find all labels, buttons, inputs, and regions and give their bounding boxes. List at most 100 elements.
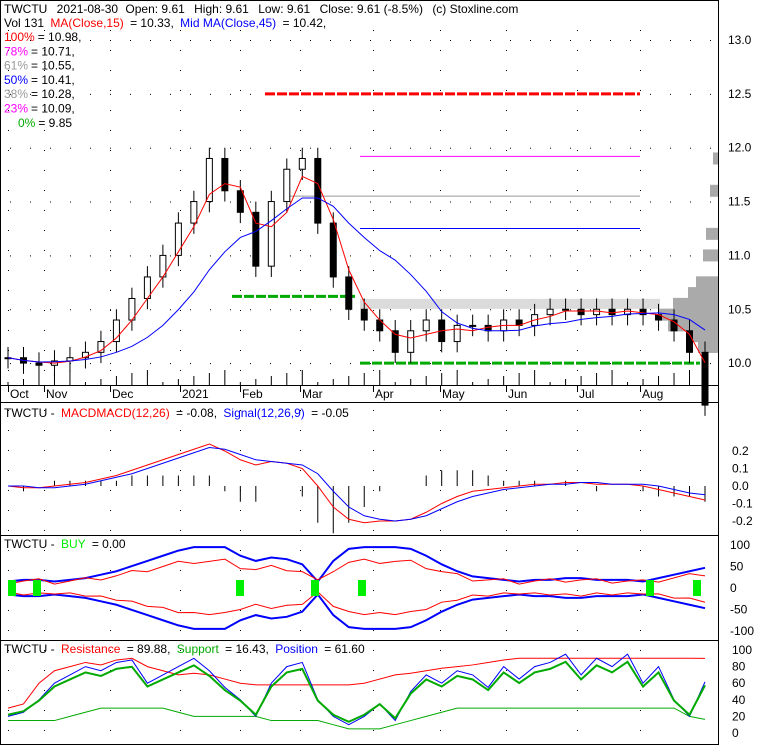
grid-dot (577, 370, 578, 371)
grid-dot (150, 201, 151, 203)
grid-dot (506, 610, 507, 611)
grid-dot (440, 490, 441, 491)
grid-dot (530, 309, 531, 311)
grid-dot (190, 363, 191, 365)
grid-dot (373, 650, 374, 651)
candle-body (236, 190, 244, 213)
grid-dot (8, 190, 9, 191)
grid-dot (310, 40, 311, 41)
position-line (7, 653, 706, 726)
grid-dot (180, 710, 181, 711)
grid-dot (300, 270, 301, 271)
grid-dot (440, 90, 441, 91)
grid-dot (44, 670, 45, 671)
grid-dot (180, 90, 181, 91)
buy-signal-marker (8, 580, 16, 596)
grid-dot (44, 730, 45, 731)
grid-dot (180, 470, 181, 471)
grid-dot (670, 201, 671, 203)
grid-dot (90, 363, 91, 365)
grid-dot (440, 710, 441, 711)
fib-level-label: 100% = 10.98, (4, 30, 81, 44)
volume-profile-bar (710, 184, 718, 197)
fib-level-label: 0% = 9.85 (18, 116, 72, 130)
grid-dot (506, 510, 507, 511)
grid-dot (110, 490, 111, 491)
grid-dot (50, 309, 51, 311)
grid-dot (270, 363, 271, 365)
price-tick-label: 12.0 (728, 141, 752, 155)
grid-dot (110, 90, 111, 91)
grid-dot (110, 190, 111, 191)
grid-dot (180, 270, 181, 271)
grid-dot (240, 450, 241, 451)
resistance-line (7, 657, 706, 709)
grid-dot (440, 630, 441, 631)
grid-dot (180, 510, 181, 511)
grid-dot (240, 610, 241, 611)
sr-legend: TWCTU - Resistance = 89.88, Support = 16… (4, 642, 365, 656)
grid-dot (290, 255, 291, 257)
grid-dot (450, 147, 451, 149)
grid-dot (510, 201, 511, 203)
position-smoothed-line (7, 660, 706, 723)
grid-dot (230, 147, 231, 149)
grid-dot (110, 130, 111, 131)
grid-dot (470, 255, 471, 257)
volume-profile-bar (688, 287, 718, 300)
grid-dot (577, 150, 578, 151)
grid-dot (373, 370, 374, 371)
grid-dot (373, 230, 374, 231)
grid-dot (373, 730, 374, 731)
grid-dot (373, 410, 374, 411)
grid-dot (440, 150, 441, 151)
grid-dot (230, 255, 231, 257)
grid-dot (150, 93, 151, 95)
grid-dot (373, 610, 374, 611)
grid-dot (373, 390, 374, 391)
grid-dot (8, 170, 9, 171)
grid-dot (290, 363, 291, 365)
grid-dot (640, 130, 641, 131)
month-label: Oct (10, 387, 29, 401)
grid-dot (300, 210, 301, 211)
grid-dot (44, 470, 45, 471)
grid-dot (470, 309, 471, 311)
grid-dot (180, 690, 181, 691)
candle-body (422, 319, 430, 332)
macd-legend: TWCTU - MACDMACD(12,26) = -0.08, Signal(… (4, 406, 349, 420)
grid-dot (373, 430, 374, 431)
grid-dot (506, 110, 507, 111)
grid-dot (373, 70, 374, 71)
grid-dot (640, 430, 641, 431)
grid-dot (577, 710, 578, 711)
grid-dot (180, 50, 181, 51)
grid-dot (8, 370, 9, 371)
grid-dot (240, 310, 241, 311)
grid-dot (610, 255, 611, 257)
grid-dot (330, 147, 331, 149)
grid-dot (373, 670, 374, 671)
grid-dot (180, 210, 181, 211)
grid-dot (180, 350, 181, 351)
price-tick-label: 11.0 (728, 248, 751, 262)
grid-dot (440, 470, 441, 471)
grid-dot (670, 363, 671, 365)
grid-dot (506, 310, 507, 311)
grid-dot (550, 255, 551, 257)
grid-dot (530, 201, 531, 203)
grid-dot (300, 550, 301, 551)
grid-dot (440, 410, 441, 411)
grid-dot (300, 170, 301, 171)
grid-dot (300, 90, 301, 91)
grid-dot (640, 410, 641, 411)
grid-dot (390, 40, 391, 41)
grid-dot (370, 40, 371, 41)
grid-dot (230, 201, 231, 203)
candle-body (360, 308, 368, 321)
grid-dot (290, 147, 291, 149)
month-label: Jul (579, 387, 594, 401)
grid-dot (110, 430, 111, 431)
grid-dot (250, 40, 251, 41)
grid-dot (230, 363, 231, 365)
